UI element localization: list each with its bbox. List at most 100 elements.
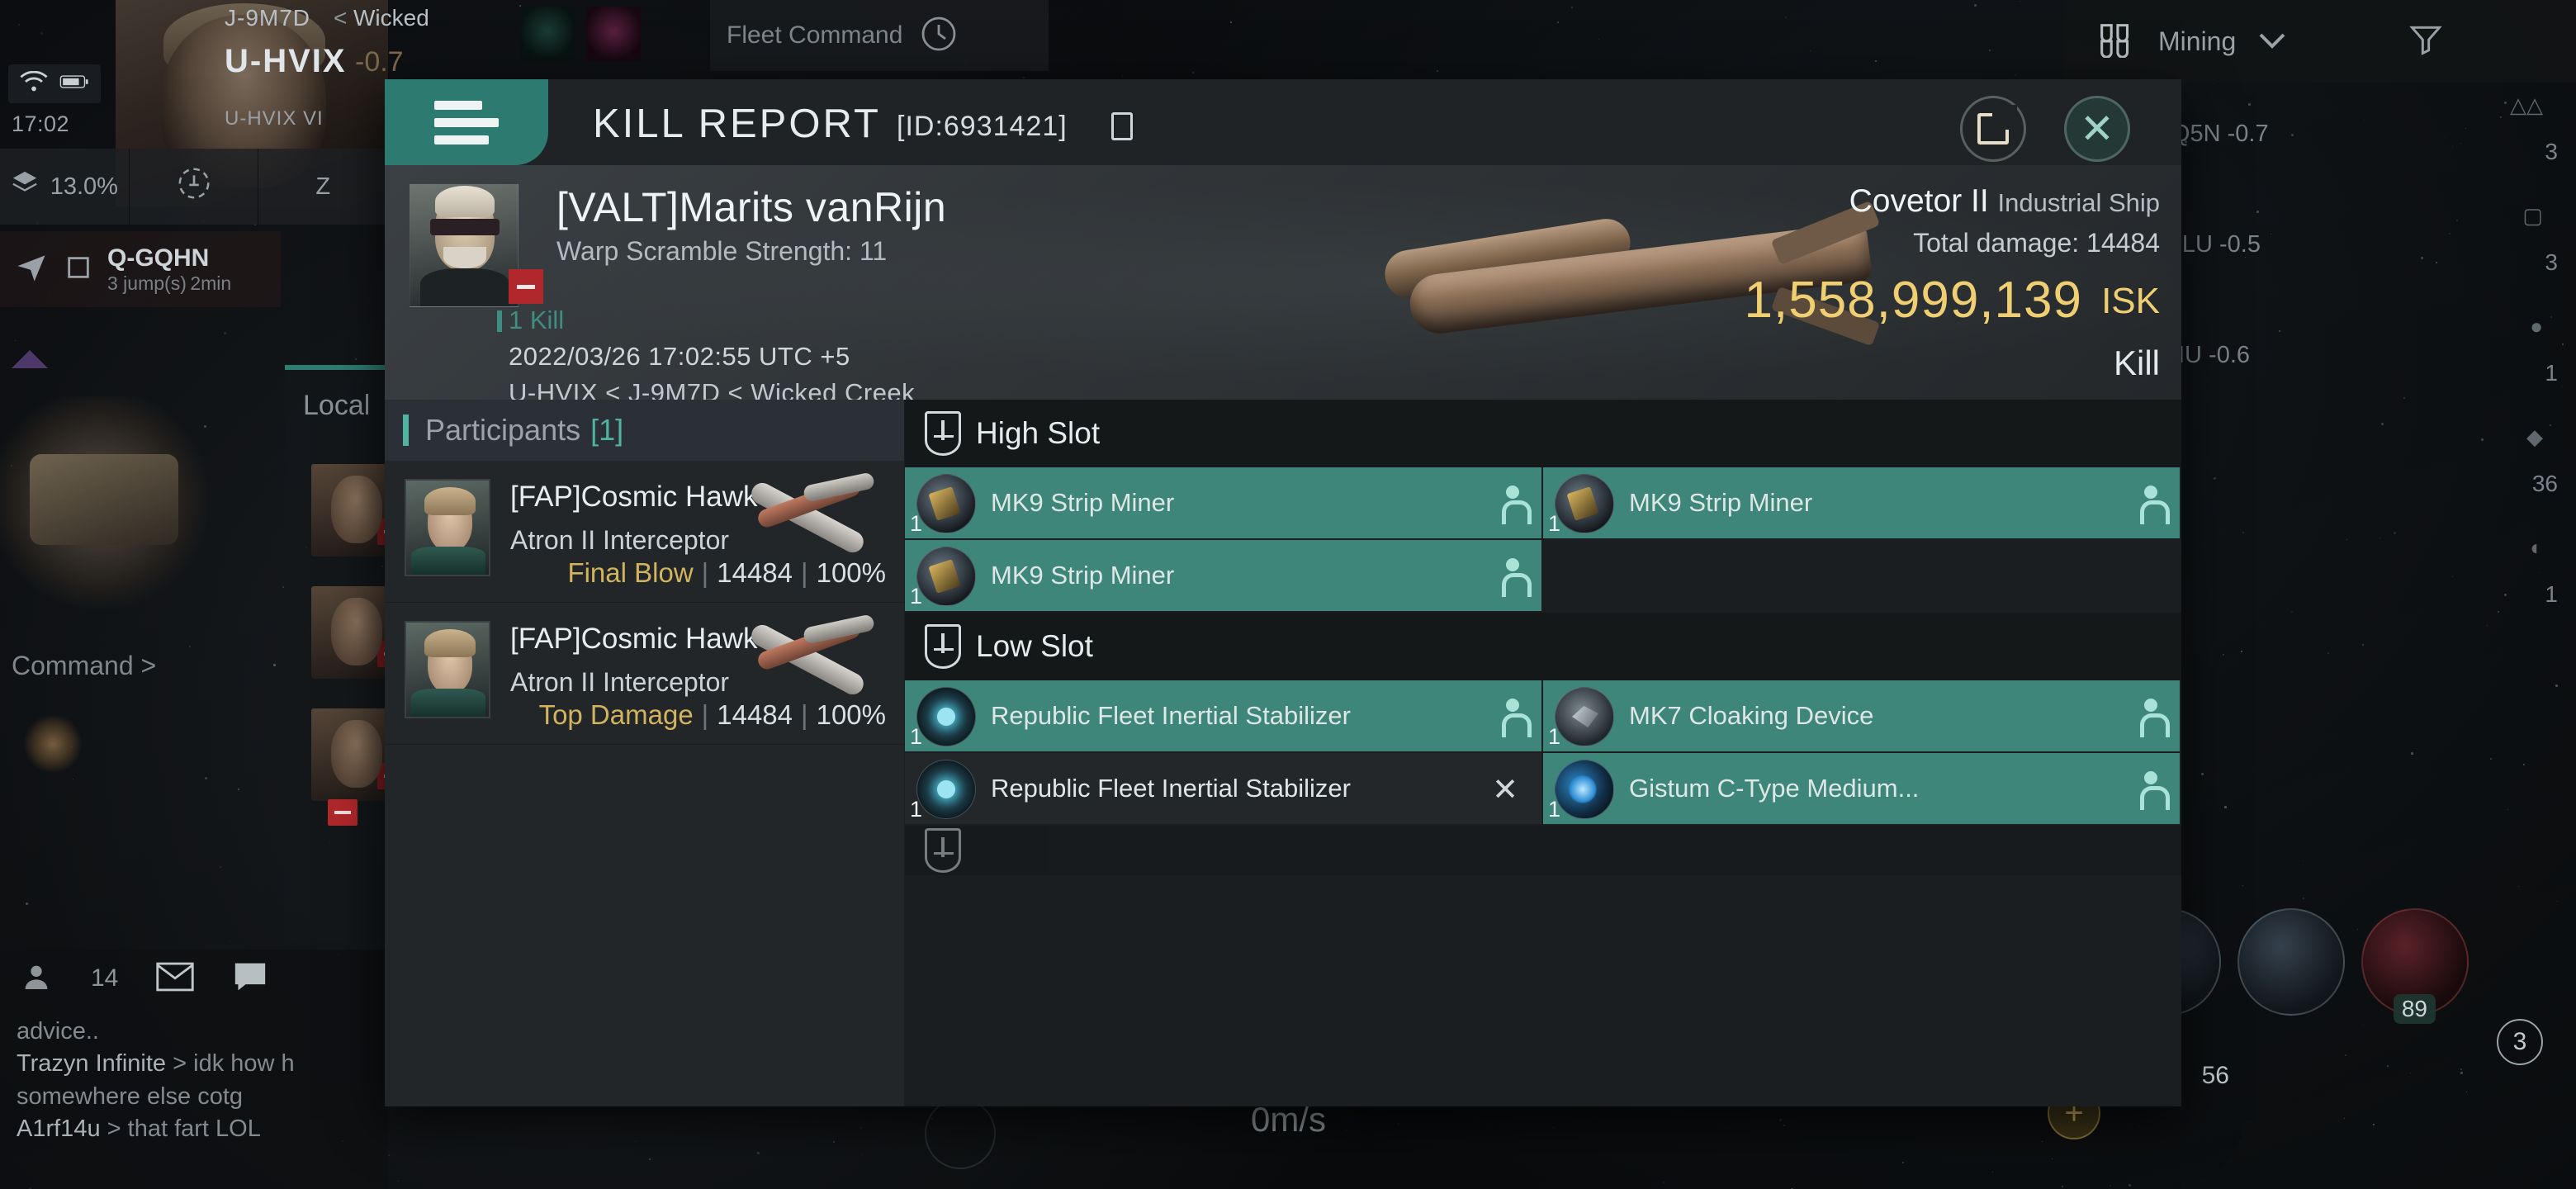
fitting-slot[interactable]: 1 Gistum C-Type Medium... (1543, 753, 2181, 826)
battery-icon (59, 73, 89, 95)
copy-icon[interactable] (1111, 112, 1133, 140)
participants-count: [1] (590, 413, 623, 448)
fitting-slot[interactable]: 1 MK9 Strip Miner (1543, 467, 2181, 540)
chat-line: Trazyn Infinite > idk how h (17, 1048, 380, 1080)
overview-row-count: 1 (2545, 581, 2558, 608)
chat-line: A1rf14u > that fart LOL (17, 1113, 380, 1145)
participant-ship-render (737, 472, 886, 558)
fleet-command-label: Fleet Command (727, 21, 902, 50)
route-jumps: 3 jump(s) (107, 272, 187, 294)
high-slot-header: High Slot (905, 400, 2181, 467)
group-icon (2094, 21, 2138, 62)
route-bar[interactable]: Q-GQHN 3 jump(s) 2min (0, 231, 281, 307)
faction-thumbnail-1[interactable] (520, 7, 575, 61)
list-item[interactable]: [FAP]Cosmic Hawk Atron II Interceptor To… (385, 603, 904, 745)
overview-preset-label: Mining (2158, 26, 2236, 57)
destroyed-x-icon: ✕ (1492, 771, 1518, 808)
fleet-command-bar[interactable]: Fleet Command (710, 0, 1049, 71)
mid-slot-icon (925, 828, 961, 873)
local-count-badge (328, 799, 358, 826)
fitting-slot[interactable]: 1 MK7 Cloaking Device (1543, 680, 2181, 753)
participant-stats: Final Blow | 14484 | 100% (567, 557, 886, 589)
stop-icon[interactable] (64, 253, 92, 286)
kill-timestamp: 2022/03/26 17:02:55 UTC +5 (509, 342, 850, 372)
bg-system-parent: J-9M7D (225, 5, 310, 31)
local-title: Local (303, 390, 370, 422)
user-icon[interactable] (20, 960, 53, 997)
navigate-icon[interactable] (13, 249, 50, 290)
participant-tag: Top Damage (539, 699, 694, 730)
strip-miner-icon (916, 474, 976, 533)
kill-report-modal: KILL REPORT [ID:6931421] ✕ [VALT]Marits … (385, 79, 2181, 1106)
fitting-slot[interactable]: 1 MK9 Strip Miner (905, 540, 1543, 613)
inertial-stabilizer-icon (916, 760, 976, 819)
overview-row-count: 1 (2545, 360, 2558, 386)
participant-ship-render (737, 614, 886, 700)
kill-tag: 1 Kill (509, 306, 564, 335)
chat-line: advice.. (17, 1016, 380, 1048)
status-badge (509, 269, 543, 304)
participant-tag: Final Blow (567, 557, 693, 588)
filter-icon[interactable] (2408, 21, 2444, 62)
mid-slot-header-partial (905, 826, 2181, 875)
participants-header: Participants [1] (385, 400, 904, 461)
close-button[interactable]: ✕ (2064, 96, 2130, 162)
close-icon: ✕ (2080, 108, 2114, 149)
chevron-down-icon[interactable] (2256, 28, 2289, 55)
participant-damage: 14484 (717, 557, 793, 588)
mail-icon[interactable] (156, 962, 194, 996)
fitted-person-icon (2140, 486, 2162, 520)
overview-row-count: 3 (2545, 249, 2558, 276)
fitting-slot-destroyed[interactable]: 1 Republic Fleet Inertial Stabilizer ✕ (905, 753, 1543, 826)
fitted-person-icon (2140, 699, 2162, 733)
avatar (405, 621, 490, 718)
low-slot-grid: 1 Republic Fleet Inertial Stabilizer 1 M… (905, 680, 2181, 826)
z-label: Z (315, 173, 330, 201)
low-slot-header: Low Slot (905, 613, 2181, 680)
command-menu-link[interactable]: Command > (12, 651, 156, 681)
slot-quantity: 1 (910, 584, 922, 609)
cloaking-device-icon (1555, 687, 1614, 746)
chat-sender: Trazyn Infinite (17, 1050, 166, 1077)
slot-quantity: 1 (1548, 511, 1560, 537)
module-slot[interactable] (2237, 908, 2345, 1016)
cargo-stat[interactable]: 13.0% (0, 149, 130, 225)
drone-group-count: 3 (2497, 1019, 2543, 1065)
warp-scramble-strength: Warp Scramble Strength: 11 (556, 236, 887, 267)
fitting-slot[interactable]: 1 Republic Fleet Inertial Stabilizer (905, 680, 1543, 753)
slot-item-name: MK9 Strip Miner (1629, 488, 2110, 518)
victim-name: [VALT]Marits vanRijn (556, 183, 946, 231)
drone-icon: ◐ (2530, 535, 2543, 561)
bg-system-chevron-icon[interactable]: < (334, 5, 347, 31)
list-item[interactable]: [FAP]Cosmic Hawk Atron II Interceptor Fi… (385, 461, 904, 603)
fitting-column: High Slot 1 MK9 Strip Miner 1 MK9 Strip … (905, 400, 2181, 1106)
device-status-chip (8, 64, 101, 103)
participant-ship: Atron II Interceptor (510, 525, 729, 556)
overview-row-count: 36 (2532, 471, 2558, 497)
chat-icon[interactable] (232, 960, 268, 997)
ship-class: Industrial Ship (1998, 188, 2160, 217)
gear-icon[interactable] (925, 1098, 996, 1169)
fitting-slot[interactable]: 1 MK9 Strip Miner (905, 467, 1543, 540)
asteroid-icon: ● (2530, 314, 2543, 339)
slot-item-name: Gistum C-Type Medium... (1629, 774, 2110, 803)
popout-button[interactable] (1960, 96, 2026, 162)
avatar[interactable] (410, 183, 519, 307)
z-stat[interactable]: Z (258, 149, 388, 225)
ship-stats-bar: 13.0% Z (0, 149, 388, 225)
hamburger-icon[interactable] (385, 79, 548, 165)
kill-location: U-HVIX < J-9M7D < Wicked Creek (509, 378, 915, 400)
faction-thumbnail-2[interactable] (586, 7, 641, 61)
fitted-person-icon (1502, 558, 1523, 593)
chat-line: somewhere else cotg (17, 1081, 380, 1113)
isk-label: ISK (2101, 281, 2160, 322)
slot-item-name: MK9 Strip Miner (991, 488, 1472, 518)
clock-icon[interactable] (919, 14, 959, 58)
page-title: KILL REPORT (593, 101, 881, 147)
low-slot-icon (925, 624, 961, 669)
high-slot-icon (925, 411, 961, 456)
slot-item-name: Republic Fleet Inertial Stabilizer (991, 701, 1472, 731)
slot-quantity: 1 (910, 724, 922, 750)
participant-stats: Top Damage | 14484 | 100% (539, 699, 886, 731)
ship-scan-stat[interactable] (130, 149, 259, 225)
